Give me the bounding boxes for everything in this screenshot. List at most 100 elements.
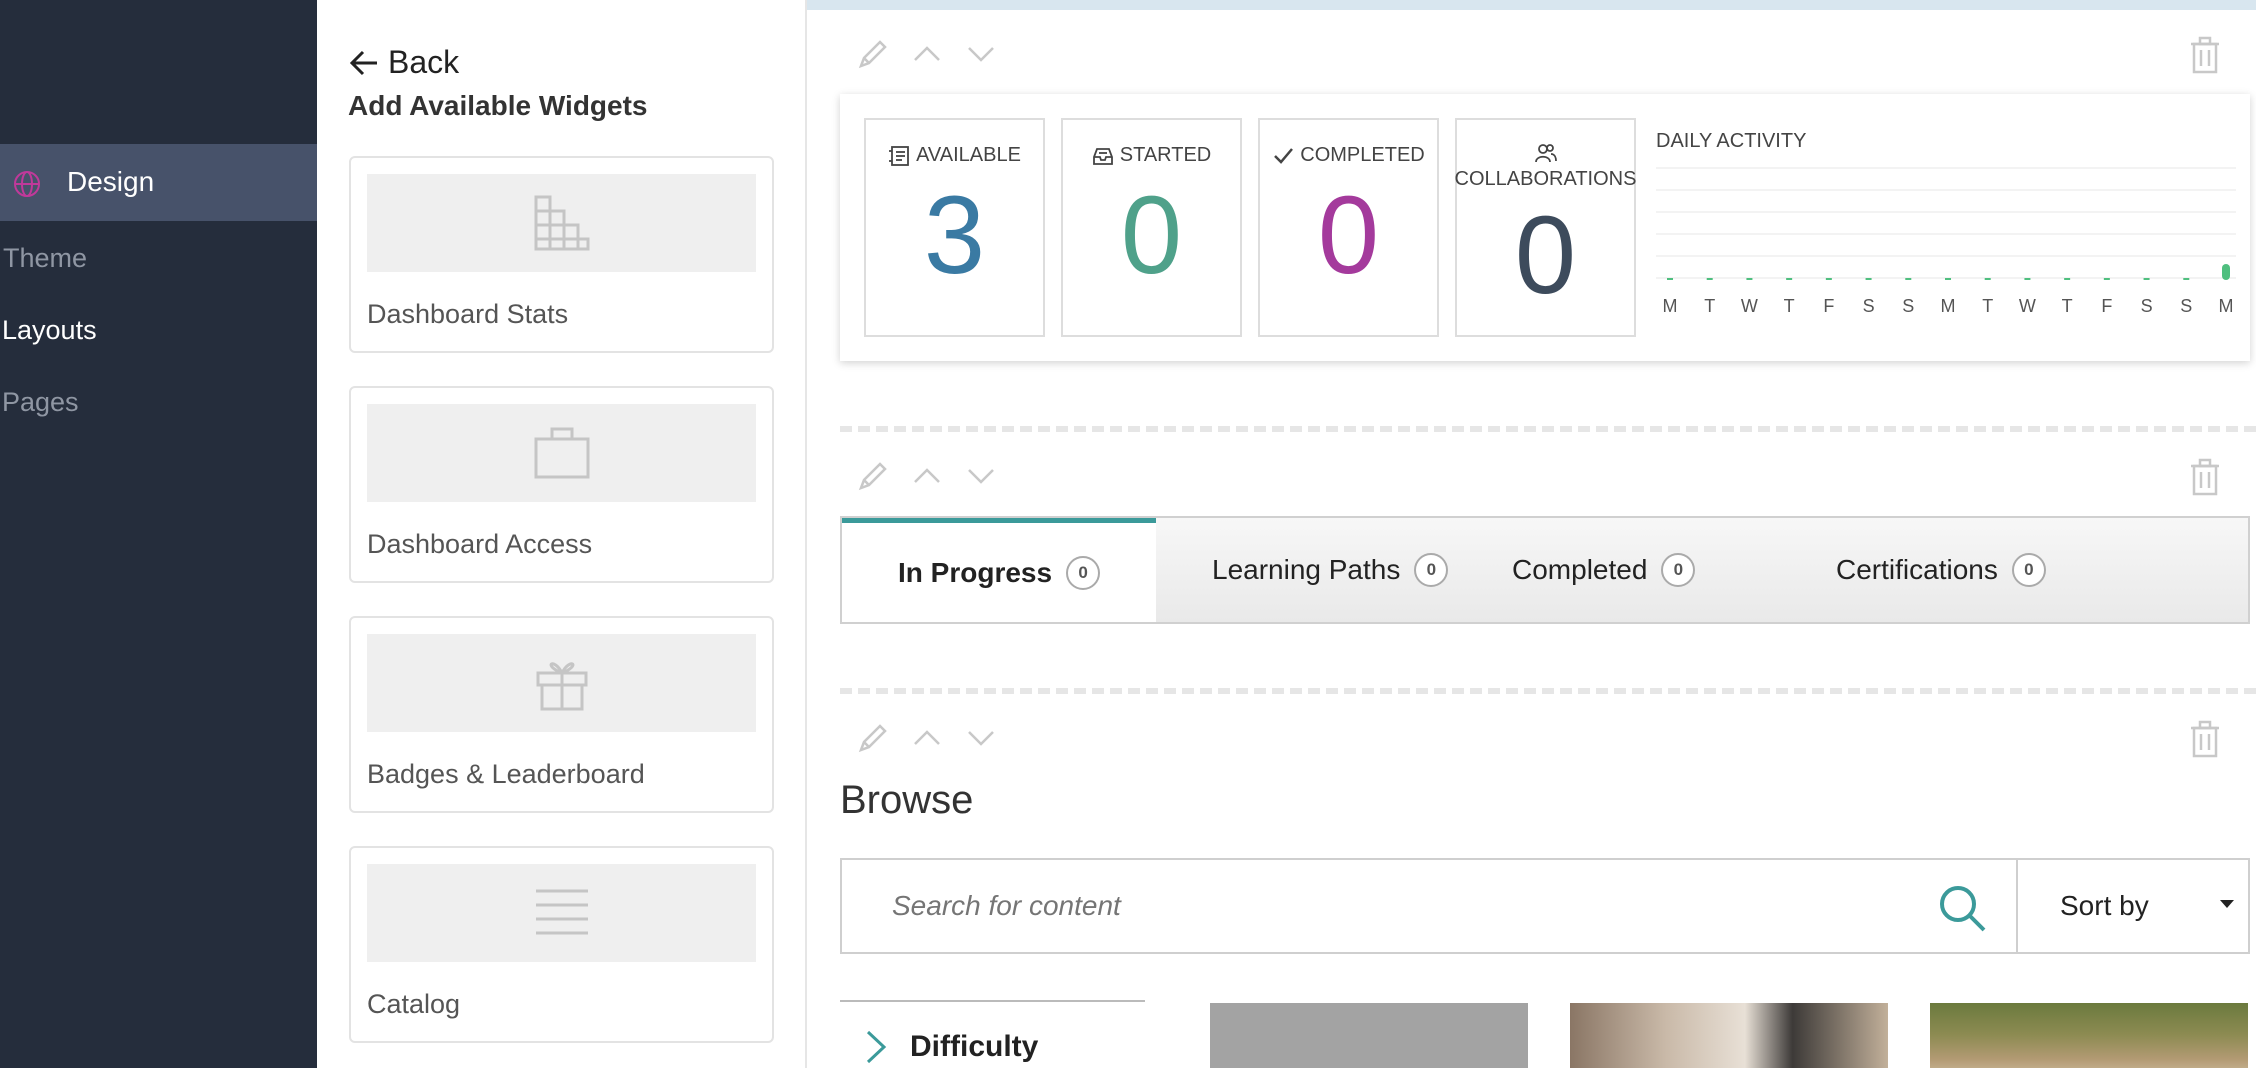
briefcase-icon: [534, 427, 589, 479]
day-tick-label: M: [1941, 296, 1956, 316]
widget-separator: [840, 426, 2256, 432]
sort-by-dropdown[interactable]: Sort by: [2016, 860, 2250, 952]
checkmark-icon: [1274, 147, 1294, 164]
filter-difficulty[interactable]: Difficulty: [860, 1028, 1038, 1066]
widget-separator: [840, 688, 2256, 694]
tab-learning-paths[interactable]: Learning Paths 0: [1156, 518, 1510, 622]
list-card-icon: [889, 145, 909, 166]
stat-started: STARTED 0: [1061, 118, 1242, 337]
widget-toolbar: [855, 458, 1017, 494]
activity-bar: [1706, 278, 1713, 280]
day-tick-label: T: [1704, 296, 1715, 316]
stat-label: COMPLETED: [1300, 144, 1425, 166]
tab-certifications[interactable]: Certifications 0: [1812, 518, 2112, 622]
widget-card-badges-leaderboard[interactable]: Badges & Leaderboard: [349, 616, 774, 813]
activity-bar: [2143, 278, 2150, 280]
dashboard-stats-widget: AVAILABLE 3 STARTED 0 COMPLETED 0 COLLAB…: [840, 94, 2250, 361]
activity-bar: [1786, 278, 1793, 280]
day-tick-label: S: [1902, 296, 1914, 316]
tab-label: Certifications: [1836, 554, 1998, 585]
chevron-right-icon: [866, 1030, 887, 1064]
stat-label: AVAILABLE: [916, 144, 1021, 166]
tab-count-badge: 0: [1414, 553, 1449, 587]
activity-sparkline: MTWTFSSMTWTFSSM: [1656, 167, 2236, 316]
widget-label: Dashboard Access: [367, 529, 593, 559]
nav-item-design[interactable]: Design: [0, 144, 317, 221]
activity-bar: [2024, 278, 2031, 280]
chevron-down-icon[interactable]: [963, 36, 999, 72]
activity-bar: [2222, 264, 2230, 280]
activity-bar: [1746, 278, 1753, 280]
back-label: Back: [388, 44, 460, 80]
nav-item-theme[interactable]: Theme: [3, 243, 87, 274]
tab-completed[interactable]: Completed 0: [1510, 518, 1812, 622]
day-tick-label: F: [2101, 296, 2112, 316]
stat-value: 0: [1317, 174, 1380, 297]
activity-bar: [2183, 278, 2190, 280]
globe-icon: [14, 171, 40, 197]
lines-icon: [535, 889, 588, 935]
users-icon: [1534, 144, 1557, 163]
pencil-icon[interactable]: [855, 720, 891, 756]
nav-item-layouts[interactable]: Layouts: [2, 315, 97, 346]
tab-count-badge: 0: [1066, 555, 1101, 590]
chevron-up-icon[interactable]: [909, 36, 945, 72]
day-tick-label: M: [2219, 296, 2234, 316]
chevron-down-icon[interactable]: [963, 720, 999, 756]
widget-toolbar: [855, 36, 1017, 72]
caret-down-icon: [2220, 900, 2234, 908]
sort-label: Sort by: [2060, 890, 2149, 921]
trash-icon[interactable]: [2188, 458, 2222, 496]
stat-value: 3: [923, 174, 986, 297]
browse-title: Browse: [840, 778, 974, 822]
widget-card-dashboard-stats[interactable]: Dashboard Stats: [349, 156, 774, 353]
day-tick-label: T: [1982, 296, 1993, 316]
arrow-left-icon: [349, 50, 377, 75]
tab-in-progress[interactable]: In Progress 0: [842, 518, 1156, 622]
stat-label: COLLABORATIONS: [1454, 168, 1637, 190]
trash-icon[interactable]: [2188, 720, 2222, 758]
activity-bar: [1865, 278, 1872, 280]
widget-thumbnail: [367, 634, 756, 732]
widget-card-catalog[interactable]: Catalog: [349, 846, 774, 1043]
chevron-up-icon[interactable]: [909, 720, 945, 756]
day-tick-label: T: [1784, 296, 1795, 316]
chevron-up-icon[interactable]: [909, 458, 945, 494]
tab-label: Completed: [1512, 554, 1648, 585]
activity-bar: [1945, 278, 1951, 280]
widget-thumbnail: [367, 174, 756, 272]
widget-label: Dashboard Stats: [367, 299, 569, 329]
trash-icon[interactable]: [2188, 36, 2222, 74]
back-button[interactable]: Back: [348, 44, 459, 81]
activity-bar: [1825, 278, 1832, 280]
day-tick-label: S: [2180, 296, 2192, 316]
search-icon[interactable]: [1934, 880, 1990, 936]
tab-count-badge: 0: [2011, 553, 2046, 587]
pencil-icon[interactable]: [855, 458, 891, 494]
search-input[interactable]: [844, 862, 2014, 950]
chart-title: DAILY ACTIVITY: [1656, 130, 1807, 152]
content-tile-image[interactable]: [1570, 1003, 1888, 1068]
nav-item-pages[interactable]: Pages: [2, 387, 79, 418]
tab-label: In Progress: [898, 556, 1053, 588]
content-tile-image[interactable]: [1210, 1003, 1528, 1068]
daily-activity-chart: DAILY ACTIVITY M T W T F S S M T W T F S S M: [1656, 130, 2236, 340]
panel-title: Add Available Widgets: [348, 90, 648, 121]
activity-bar: [2103, 278, 2110, 280]
chevron-down-icon[interactable]: [963, 458, 999, 494]
content-tile-image[interactable]: [1930, 1003, 2248, 1068]
pencil-icon[interactable]: [855, 36, 891, 72]
search-bar: Sort by: [840, 858, 2250, 954]
stat-label: STARTED: [1119, 144, 1212, 166]
nav-item-label: Design: [67, 166, 155, 197]
gift-icon: [536, 662, 587, 711]
activity-bar: [1905, 278, 1912, 280]
day-tick-label: W: [2019, 296, 2036, 316]
side-nav: Design Theme Layouts Pages: [0, 0, 317, 1068]
tab-count-badge: 0: [1661, 553, 1696, 587]
widget-label: Badges & Leaderboard: [367, 759, 645, 789]
widget-card-dashboard-access[interactable]: Dashboard Access: [349, 386, 774, 583]
filter-label: Difficulty: [910, 1030, 1039, 1063]
widget-label: Catalog: [367, 989, 461, 1019]
widget-toolbar: [855, 720, 1017, 756]
